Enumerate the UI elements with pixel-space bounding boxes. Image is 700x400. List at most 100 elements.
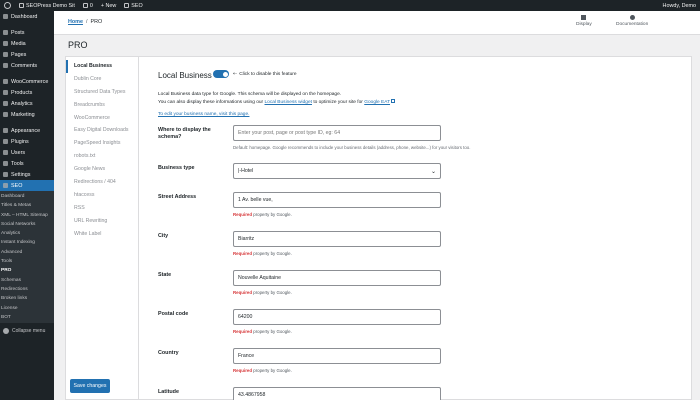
state-input[interactable]: Nouvelle Aquitaine: [233, 270, 441, 286]
submenu-analytics[interactable]: Analytics: [0, 229, 54, 238]
site-name-link[interactable]: SEOPress Demo Sit: [15, 0, 79, 11]
wordpress-icon: [4, 2, 11, 9]
menu-users[interactable]: Users: [0, 147, 54, 158]
tab-local-business[interactable]: Local Business: [66, 60, 138, 73]
menu-comments[interactable]: Comments: [0, 60, 54, 71]
menu-seo[interactable]: SEO: [0, 180, 54, 191]
tab-htaccess[interactable]: htaccess: [66, 189, 138, 202]
new-content-link[interactable]: + New: [97, 0, 120, 11]
edit-business-name-link[interactable]: To edit your business name, visit this p…: [158, 112, 249, 117]
comments-count: 0: [89, 2, 93, 9]
desc2-prefix: You can also display these informations …: [158, 100, 264, 105]
menu-tools[interactable]: Tools: [0, 158, 54, 169]
toggle-hint: ⇠ Click to disable this feature: [233, 71, 297, 77]
menu-dashboard[interactable]: Dashboard: [0, 11, 54, 22]
tab-url-rewriting[interactable]: URL Rewriting: [66, 215, 138, 228]
help-icon: [629, 15, 635, 20]
menu-products[interactable]: Products: [0, 87, 54, 98]
documentation-button[interactable]: Documentation: [616, 15, 648, 27]
submenu-advanced[interactable]: Advanced: [0, 248, 54, 257]
plugin-icon: [3, 139, 8, 144]
latitude-input[interactable]: 43.4867958: [233, 387, 441, 400]
seopress-header: Home / PRO Display Documentation: [54, 11, 700, 35]
submenu-social-networks[interactable]: Social Networks: [0, 220, 54, 229]
menu-media[interactable]: Media: [0, 38, 54, 49]
menu-analytics[interactable]: Analytics: [0, 98, 54, 109]
menu-label: Media: [11, 40, 26, 47]
menu-woocommerce[interactable]: WooCommerce: [0, 76, 54, 87]
seo-label: SEO: [131, 2, 143, 9]
tab-white-label[interactable]: White Label: [66, 228, 138, 241]
menu-appearance[interactable]: Appearance: [0, 125, 54, 136]
settings-panel: Local Business Dublin Core Structured Da…: [65, 56, 692, 400]
feature-toggle[interactable]: [213, 70, 229, 78]
menu-label: Marketing: [11, 111, 35, 118]
required-rest: property by Google.: [253, 251, 292, 256]
collapse-label: Collapse menu: [12, 328, 46, 335]
postal-code-input[interactable]: 64200: [233, 309, 441, 325]
wordpress-logo-button[interactable]: [0, 0, 15, 11]
submenu-sitemap[interactable]: XML – HTML Sitemap: [0, 211, 54, 220]
submenu-titles-metas[interactable]: Titles & Metas: [0, 201, 54, 210]
menu-label: Plugins: [11, 138, 29, 145]
tab-breadcrumbs[interactable]: Breadcrumbs: [66, 99, 138, 112]
required-rest: property by Google.: [253, 290, 292, 295]
street-address-input[interactable]: 1 Av. belle vue,: [233, 192, 441, 208]
business-type-value: |-Hotel: [238, 168, 254, 174]
page-title: PRO: [68, 40, 88, 50]
local-business-widget-link[interactable]: Local Business widget: [265, 100, 312, 105]
business-type-select[interactable]: |-Hotel ⌄: [233, 163, 441, 179]
menu-pages[interactable]: Pages: [0, 49, 54, 60]
submenu-broken-links[interactable]: Broken links: [0, 294, 54, 303]
tab-edd[interactable]: Easy Digital Downloads: [66, 124, 138, 137]
menu-plugins[interactable]: Plugins: [0, 136, 54, 147]
display-button[interactable]: Display: [576, 15, 592, 27]
schema-location-label: Where to display the schema?: [158, 127, 211, 140]
submenu-redirections[interactable]: Redirections: [0, 285, 54, 294]
country-label: Country: [158, 350, 179, 356]
comment-icon: [3, 63, 8, 68]
menu-label: SEO: [11, 182, 23, 189]
submenu-pro[interactable]: PRO: [0, 266, 54, 275]
tab-robots[interactable]: robots.txt: [66, 150, 138, 163]
country-input[interactable]: France: [233, 348, 441, 364]
tab-google-news[interactable]: Google News: [66, 163, 138, 176]
tab-pagespeed[interactable]: PageSpeed Insights: [66, 137, 138, 150]
submenu-schemas[interactable]: Schemas: [0, 276, 54, 285]
page-icon: [3, 52, 8, 57]
menu-label: Tools: [11, 160, 24, 167]
schema-location-input[interactable]: [233, 125, 441, 141]
submenu-instant-indexing[interactable]: Instant Indexing: [0, 238, 54, 247]
desc2-middle: to optimize your site for: [313, 100, 363, 105]
section-description: Local Business data type for Google. Thi…: [158, 92, 342, 97]
tab-redirections[interactable]: Redirections / 404: [66, 176, 138, 189]
google-eat-link[interactable]: Google EAT: [364, 100, 390, 105]
seo-adminbar-link[interactable]: SEO: [120, 0, 146, 11]
menu-label: Dashboard: [11, 13, 38, 20]
save-changes-button[interactable]: Save changes: [70, 379, 110, 393]
brush-icon: [3, 128, 8, 133]
city-required-note: Required property by Google.: [233, 251, 292, 256]
tab-woocommerce[interactable]: WooCommerce: [66, 112, 138, 125]
tab-rss[interactable]: RSS: [66, 202, 138, 215]
tab-structured-data[interactable]: Structured Data Types: [66, 86, 138, 99]
submenu-bot[interactable]: BOT: [0, 313, 54, 322]
street-required-note: Required property by Google.: [233, 212, 292, 217]
admin-bar: SEOPress Demo Sit 0 + New SEO Howdy, Dem…: [0, 0, 700, 11]
collapse-menu-button[interactable]: Collapse menu: [0, 325, 54, 337]
display-label: Display: [576, 22, 592, 27]
city-input[interactable]: Biarritz: [233, 231, 441, 247]
comments-link[interactable]: 0: [79, 0, 97, 11]
menu-posts[interactable]: Posts: [0, 27, 54, 38]
account-menu[interactable]: Howdy, Demo: [659, 0, 700, 11]
breadcrumb-current: PRO: [90, 19, 103, 25]
woo-icon: [3, 79, 8, 84]
menu-marketing[interactable]: Marketing: [0, 109, 54, 120]
breadcrumb-home-link[interactable]: Home: [68, 19, 83, 25]
submenu-license[interactable]: License: [0, 304, 54, 313]
submenu-tools[interactable]: Tools: [0, 257, 54, 266]
menu-settings[interactable]: Settings: [0, 169, 54, 180]
tab-dublin-core[interactable]: Dublin Core: [66, 73, 138, 86]
required-rest: property by Google.: [253, 368, 292, 373]
submenu-dashboard[interactable]: Dashboard: [0, 192, 54, 201]
